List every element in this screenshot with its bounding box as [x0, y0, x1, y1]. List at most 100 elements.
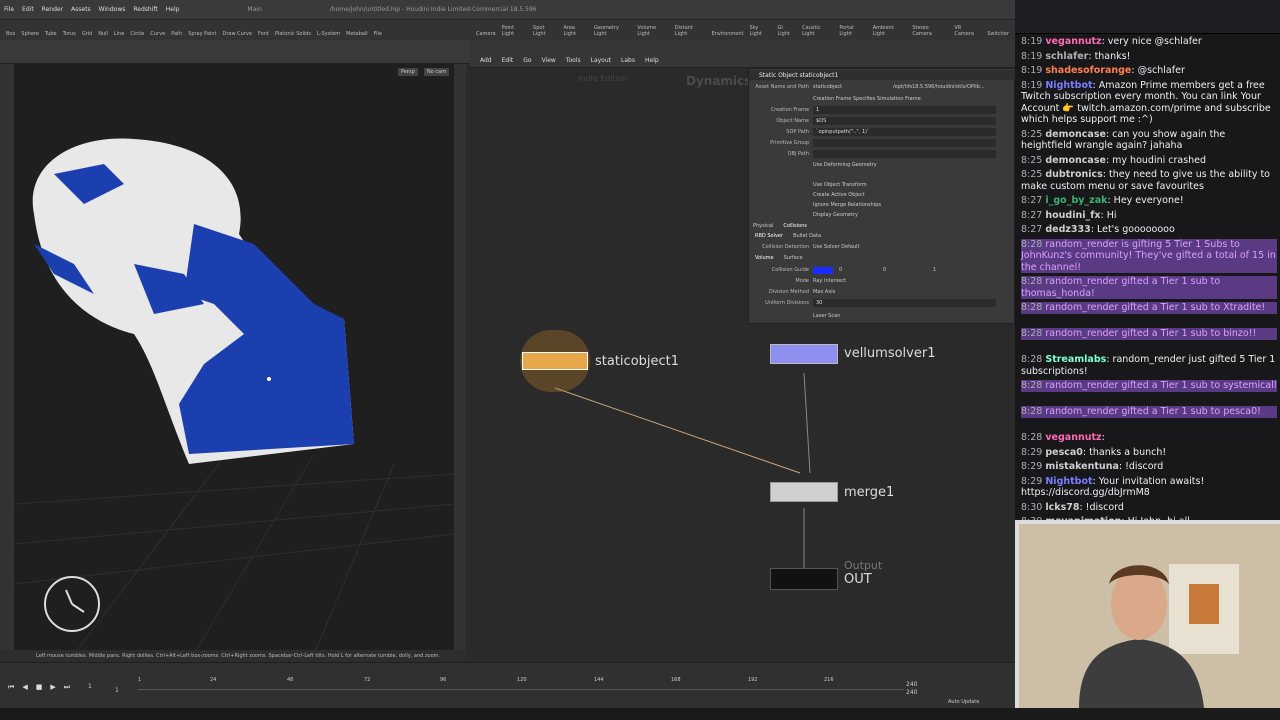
step-back-icon[interactable]: ◀: [22, 683, 27, 692]
shelf-left-tool[interactable]: Null: [98, 31, 108, 37]
shelf-left-tool[interactable]: Sphere: [21, 31, 39, 37]
jump-start-icon[interactable]: ⏮: [8, 683, 14, 692]
tab-surface[interactable]: Surface: [784, 255, 803, 261]
chat-username[interactable]: dedz333: [1045, 224, 1090, 235]
menu-edit[interactable]: Edit: [18, 6, 38, 13]
shelf-left-tool[interactable]: Platonic Solids: [275, 31, 311, 37]
net-menu-edit[interactable]: Edit: [502, 57, 514, 64]
start-frame[interactable]: 1: [115, 687, 119, 694]
vellumsolver-node[interactable]: [770, 344, 838, 364]
tab-rbd-solver[interactable]: RBD Solver: [755, 233, 783, 239]
display-geometry-toggle[interactable]: Display Geometry: [813, 212, 858, 218]
shelf-left-tool[interactable]: Tube: [45, 31, 57, 37]
shelf-right-tool[interactable]: Spot Light: [533, 25, 557, 37]
camera-menu[interactable]: No cam: [424, 68, 450, 76]
menu-windows[interactable]: Windows: [95, 6, 130, 13]
tab-bullet-data[interactable]: Bullet Data: [793, 233, 821, 239]
shelf-right-tool[interactable]: Sky Light: [750, 25, 772, 37]
creation-frame-field[interactable]: 1: [813, 106, 996, 114]
chat-username[interactable]: random_render: [1045, 328, 1118, 339]
merge-node[interactable]: [770, 482, 838, 502]
ignore-merge-toggle[interactable]: Ignore Merge Relationships: [813, 202, 881, 208]
current-frame[interactable]: 1: [88, 683, 92, 690]
chat-username[interactable]: random_render: [1045, 406, 1118, 417]
tab-volume[interactable]: Volume: [755, 255, 774, 261]
net-menu-view[interactable]: View: [542, 57, 556, 64]
net-menu-labs[interactable]: Labs: [621, 57, 635, 64]
shelf-right-tool[interactable]: Area Light: [563, 25, 588, 37]
shelf-left-tool[interactable]: L-System: [317, 31, 340, 37]
shelf-left-tool[interactable]: Spray Paint: [188, 31, 216, 37]
play-icon[interactable]: ▶: [50, 683, 55, 692]
desktop-selector[interactable]: Main: [243, 6, 265, 13]
viewport-right-toolbar[interactable]: [454, 64, 466, 654]
out-node[interactable]: [770, 568, 838, 590]
shelf-right-tool[interactable]: VR Camera: [954, 25, 981, 37]
timeline-track[interactable]: [138, 689, 904, 690]
shelf-left-tool[interactable]: Torus: [63, 31, 76, 37]
timeline[interactable]: ⏮ ◀ ■ ▶ ⏭ 1 1 240 240 1 24 48 72 96 120 …: [0, 662, 1015, 708]
shelf-right-tool[interactable]: Portal Light: [839, 25, 866, 37]
net-menu-add[interactable]: Add: [480, 57, 492, 64]
tab-physical[interactable]: Physical: [753, 223, 773, 229]
net-menu-go[interactable]: Go: [523, 57, 531, 64]
menu-redshift[interactable]: Redshift: [129, 6, 161, 13]
create-active-toggle[interactable]: Create Active Object: [813, 192, 865, 198]
menu-help[interactable]: Help: [162, 6, 184, 13]
chat-username[interactable]: random_render: [1045, 302, 1118, 313]
collision-guide-color[interactable]: [813, 266, 833, 274]
shelf-left-tool[interactable]: Grid: [82, 31, 93, 37]
shelf-right-tool[interactable]: Geometry Light: [594, 25, 631, 37]
creation-frame-specifies-toggle[interactable]: Creation Frame Specifies Simulation Fram…: [813, 96, 921, 102]
chat-username[interactable]: mistakentuna: [1045, 461, 1119, 472]
chat-username[interactable]: dubtronics: [1045, 169, 1102, 180]
chat-username[interactable]: random_render: [1045, 276, 1118, 287]
shelf-left-tool[interactable]: Circle: [130, 31, 144, 37]
shelf-left-tool[interactable]: File: [374, 31, 382, 37]
primitive-group-field[interactable]: [813, 139, 996, 147]
shelf-left-tool[interactable]: Draw Curve: [223, 31, 252, 37]
persp-menu[interactable]: Persp: [398, 68, 418, 76]
stop-icon[interactable]: ■: [36, 683, 43, 692]
chat-username[interactable]: schlafer: [1045, 51, 1088, 62]
object-name-field[interactable]: $OS: [813, 117, 996, 125]
shelf-right-tool[interactable]: Switcher: [987, 31, 1009, 37]
jump-end-icon[interactable]: ⏭: [64, 683, 70, 692]
division-method-menu[interactable]: Max Axis: [813, 289, 835, 295]
shelf-left-tool[interactable]: Font: [258, 31, 269, 37]
net-menu-tools[interactable]: Tools: [566, 57, 581, 64]
shelf-right-tool[interactable]: Point Light: [502, 25, 527, 37]
end-frame-2[interactable]: 240: [906, 689, 917, 696]
net-menu-layout[interactable]: Layout: [591, 57, 611, 64]
shelf-right-tool[interactable]: Environment: [712, 31, 744, 37]
shelf-right-tool[interactable]: Caustic Light: [802, 25, 833, 37]
chat-username[interactable]: lcks78: [1045, 502, 1079, 513]
chat-username[interactable]: i_go_by_zak: [1045, 195, 1107, 206]
shelf-left-tool[interactable]: Box: [6, 31, 15, 37]
chat-username[interactable]: Nightbot: [1045, 476, 1092, 487]
collision-detection-menu[interactable]: Use Solver Default: [813, 244, 860, 250]
staticobject-node[interactable]: [520, 330, 590, 392]
menu-render[interactable]: Render: [38, 6, 67, 13]
shelf-right-tool[interactable]: Camera: [476, 31, 496, 37]
shelf-right-tool[interactable]: Distant Light: [675, 25, 706, 37]
chat-username[interactable]: shadesoforange: [1045, 65, 1131, 76]
viewport-left-toolbar[interactable]: [0, 64, 14, 654]
chat-username[interactable]: Nightbot: [1045, 80, 1092, 91]
obj-path-field[interactable]: [813, 150, 996, 158]
laser-scan-toggle[interactable]: Laser Scan: [813, 313, 840, 319]
chat-username[interactable]: vegannutz: [1045, 432, 1101, 443]
chat-username[interactable]: Streamlabs: [1045, 354, 1106, 365]
use-deforming-toggle[interactable]: Use Deforming Geometry: [813, 162, 877, 168]
shelf-left-tool[interactable]: Metaball: [346, 31, 367, 37]
net-menu-help[interactable]: Help: [645, 57, 659, 64]
chat-username[interactable]: demoncase: [1045, 155, 1106, 166]
end-frame[interactable]: 240: [906, 681, 917, 688]
chat-username[interactable]: pesca0: [1045, 447, 1083, 458]
mode-menu[interactable]: Ray Intersect: [813, 278, 846, 284]
chat-username[interactable]: random_render: [1045, 380, 1118, 391]
menu-file[interactable]: File: [0, 6, 18, 13]
sop-path-field[interactable]: `opinputpath("..", 1)`: [813, 128, 996, 136]
menu-assets[interactable]: Assets: [67, 6, 95, 13]
use-object-transform-toggle[interactable]: Use Object Transform: [813, 182, 867, 188]
